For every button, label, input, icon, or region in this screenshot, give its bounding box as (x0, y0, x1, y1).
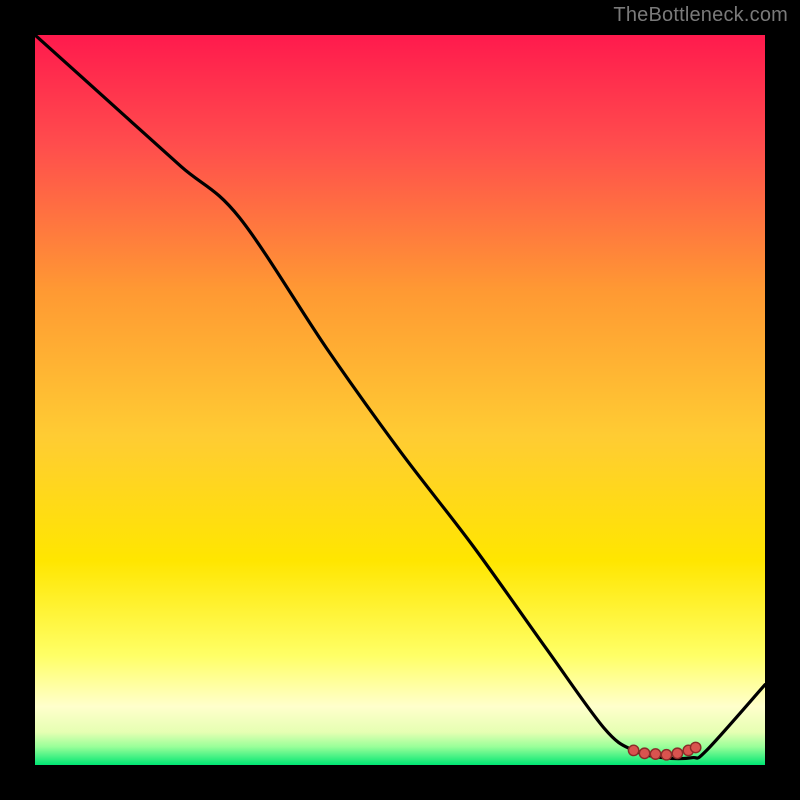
attribution-text: TheBottleneck.com (613, 4, 788, 27)
plot-background (35, 35, 765, 765)
chart-container: TheBottleneck.com (0, 0, 800, 800)
